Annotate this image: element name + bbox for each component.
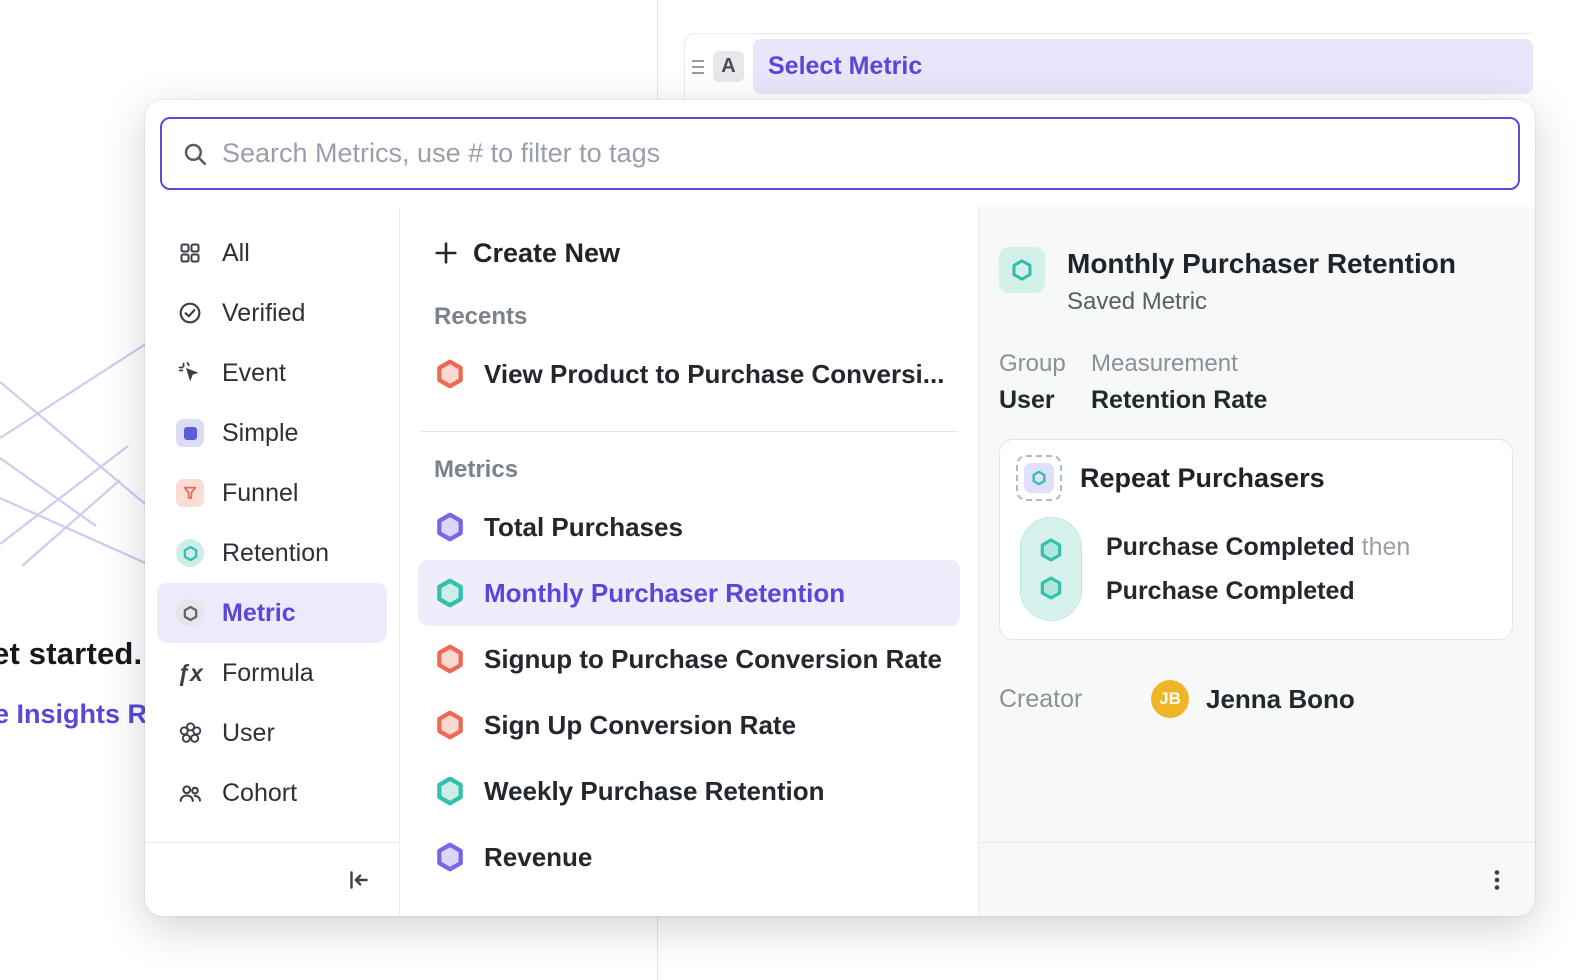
measurement-label: Measurement [1091, 350, 1513, 378]
preview-title: Monthly Purchaser Retention [1067, 247, 1456, 281]
step-hexagon-icon [1038, 575, 1064, 601]
grid-icon [175, 238, 205, 268]
retention-metric-icon [434, 775, 466, 807]
creator-name: Jenna Bono [1206, 684, 1355, 715]
funnel-metric-icon [434, 643, 466, 675]
drag-handle-icon[interactable] [689, 60, 707, 74]
metric-row-total-purchases[interactable]: Total Purchases [418, 494, 960, 560]
search-icon [182, 141, 208, 167]
group-label: Group [999, 350, 1091, 378]
sidebar-item-simple[interactable]: Simple [157, 403, 387, 463]
insights-report-link[interactable]: e Insights Re [0, 699, 162, 730]
step-hexagon-icon [1038, 537, 1064, 563]
measurement-value: Retention Rate [1091, 386, 1513, 415]
recent-item[interactable]: View Product to Purchase Conversi... [418, 341, 960, 407]
list-divider [420, 431, 958, 432]
recent-item-label: View Product to Purchase Conversi... [484, 359, 944, 390]
verified-badge-icon [175, 298, 205, 328]
retention-steps-pill [1020, 517, 1082, 621]
sidebar-item-label: Funnel [222, 479, 298, 508]
sidebar-item-label: Retention [222, 539, 329, 568]
metric-hexagon-icon [175, 598, 205, 628]
simple-metric-icon [175, 418, 205, 448]
metric-picker-modal: All Verified [145, 100, 1535, 916]
metric-row-sign-up-conversion-rate[interactable]: Sign Up Conversion Rate [418, 692, 960, 758]
retention-metric-icon [999, 247, 1045, 293]
retention-metric-icon [434, 577, 466, 609]
metric-row-weekly-purchase-retention[interactable]: Weekly Purchase Retention [418, 758, 960, 824]
search-input[interactable] [222, 138, 1498, 169]
user-flower-icon [175, 718, 205, 748]
metric-row-revenue[interactable]: Revenue [418, 824, 960, 890]
simple-metric-icon [434, 841, 466, 873]
select-metric-label: Select Metric [768, 52, 922, 81]
create-new-button[interactable]: Create New [418, 227, 960, 279]
sidebar-item-verified[interactable]: Verified [157, 283, 387, 343]
metric-definition-card: Repeat Purchasers Purchase Completed the… [999, 439, 1513, 640]
retention-icon [175, 538, 205, 568]
step-1: Purchase Completed then [1106, 532, 1410, 562]
creator-label: Creator [999, 685, 1151, 714]
create-new-label: Create New [473, 238, 620, 269]
metric-list-column: Create New Recents View Product to Purch… [400, 207, 978, 916]
sidebar-item-cohort[interactable]: Cohort [157, 763, 387, 823]
sidebar-item-label: User [222, 719, 275, 748]
group-value: User [999, 386, 1091, 415]
sidebar-item-all[interactable]: All [157, 223, 387, 283]
cohort-dashed-icon [1016, 455, 1062, 501]
metrics-header: Metrics [434, 456, 960, 484]
sidebar-item-label: Metric [222, 599, 296, 628]
metric-row-label: Revenue [484, 842, 592, 873]
search-bar [160, 117, 1520, 190]
sidebar-item-event[interactable]: Event [157, 343, 387, 403]
modal-body: All Verified [145, 207, 1535, 916]
metric-preview-panel: Monthly Purchaser Retention Saved Metric… [978, 207, 1535, 916]
sidebar-footer [145, 842, 399, 916]
series-a-badge[interactable]: A [713, 51, 744, 82]
select-metric-bar: A Select Metric [684, 33, 1533, 99]
preview-footer [979, 842, 1535, 916]
sidebar-item-label: Verified [222, 299, 305, 328]
step-2: Purchase Completed [1106, 576, 1410, 606]
simple-metric-icon [434, 511, 466, 543]
funnel-metric-icon [434, 709, 466, 741]
event-cursor-icon [175, 358, 205, 388]
metric-row-label: Weekly Purchase Retention [484, 776, 825, 807]
sidebar-item-user[interactable]: User [157, 703, 387, 763]
funnel-metric-icon [434, 358, 466, 390]
select-metric-button[interactable]: Select Metric [753, 39, 1533, 94]
plus-icon [434, 241, 458, 265]
metric-row-label: Monthly Purchaser Retention [484, 578, 845, 609]
more-options-kebab-icon[interactable] [1485, 867, 1509, 893]
filter-sidebar: All Verified [145, 207, 400, 916]
sidebar-item-label: All [222, 239, 250, 268]
card-title: Repeat Purchasers [1080, 463, 1325, 494]
recents-header: Recents [434, 303, 960, 331]
funnel-icon [175, 478, 205, 508]
get-started-text: et started. [0, 636, 142, 672]
creator-avatar: JB [1151, 680, 1189, 718]
sidebar-item-label: Formula [222, 659, 314, 688]
sidebar-item-label: Simple [222, 419, 298, 448]
metric-row-monthly-purchaser-retention[interactable]: Monthly Purchaser Retention [418, 560, 960, 626]
sidebar-item-metric[interactable]: Metric [157, 583, 387, 643]
sidebar-item-formula[interactable]: ƒx Formula [157, 643, 387, 703]
metric-row-signup-to-purchase-conversion[interactable]: Signup to Purchase Conversion Rate [418, 626, 960, 692]
metric-row-label: Sign Up Conversion Rate [484, 710, 796, 741]
metric-row-label: Signup to Purchase Conversion Rate [484, 644, 942, 675]
sidebar-item-label: Cohort [222, 779, 297, 808]
collapse-sidebar-icon[interactable] [345, 867, 371, 893]
sidebar-item-funnel[interactable]: Funnel [157, 463, 387, 523]
preview-subtitle: Saved Metric [1067, 288, 1456, 316]
sidebar-item-retention[interactable]: Retention [157, 523, 387, 583]
sidebar-item-label: Event [222, 359, 286, 388]
cohort-people-icon [175, 778, 205, 808]
metric-row-label: Total Purchases [484, 512, 683, 543]
formula-fx-icon: ƒx [175, 658, 205, 688]
